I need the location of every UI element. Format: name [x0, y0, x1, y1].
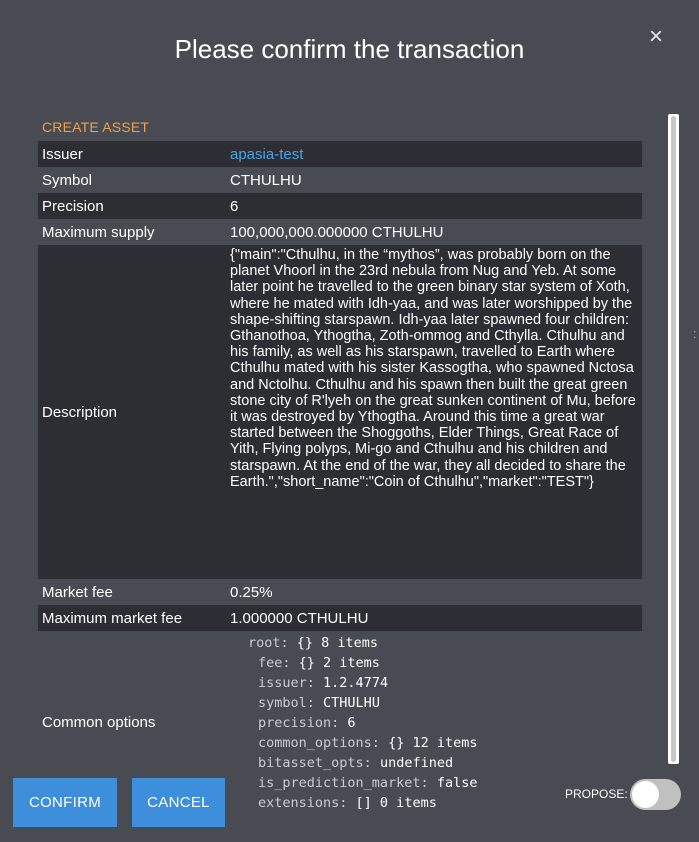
- issuer-link[interactable]: apasia-test: [230, 146, 642, 163]
- tree-value: [] 0 items: [355, 795, 437, 811]
- tree-node-symbol: symbol: CTHULHU: [230, 693, 642, 713]
- tree-value: CTHULHU: [323, 695, 380, 711]
- operation-details-table: Issuer apasia-test Symbol CTHULHU Precis…: [38, 141, 642, 813]
- toggle-knob: [632, 781, 659, 808]
- tree-node-precision: precision: 6: [230, 713, 642, 733]
- tree-key: precision:: [258, 715, 340, 731]
- table-row-maximum-supply: Maximum supply 100,000,000.000000 CTHULH…: [38, 219, 642, 245]
- tree-node-root[interactable]: root: {} 8 items: [230, 633, 642, 653]
- tree-key: fee:: [258, 655, 291, 671]
- tree-value: {} 12 items: [388, 735, 478, 751]
- tree-value: undefined: [379, 755, 454, 771]
- table-row-market-fee: Market fee 0.25%: [38, 579, 642, 605]
- tree-node-common-options[interactable]: common_options: {} 12 items: [230, 733, 642, 753]
- tree-key: extensions:: [258, 795, 348, 811]
- confirm-button[interactable]: CONFIRM: [13, 778, 117, 827]
- maximum-supply-label: Maximum supply: [42, 223, 155, 241]
- description-label: Description: [42, 403, 118, 421]
- modal-title: Please confirm the transaction: [174, 34, 525, 64]
- close-icon[interactable]: ×: [645, 24, 667, 50]
- issuer-label: Issuer: [42, 145, 83, 163]
- json-tree: root: {} 8 items fee: {} 2 items issuer:…: [230, 631, 642, 813]
- tree-key: issuer:: [258, 675, 315, 691]
- tree-value: 6: [347, 715, 356, 731]
- symbol-label: Symbol: [42, 171, 93, 189]
- tree-node-fee[interactable]: fee: {} 2 items: [230, 653, 642, 673]
- table-row-precision: Precision 6: [38, 193, 642, 219]
- tree-key: bitasset_opts:: [258, 755, 372, 771]
- scrollbar-thumb[interactable]: [671, 116, 676, 762]
- precision-value: 6: [230, 197, 239, 215]
- tree-key: common_options:: [258, 735, 380, 751]
- common-options-label: Common options: [42, 713, 156, 731]
- tree-key: root:: [248, 635, 289, 651]
- tree-value: 1.2.4774: [323, 675, 389, 691]
- maximum-supply-value: 100,000,000.000000 CTHULHU: [230, 223, 444, 241]
- edge-glyph: :: [693, 326, 697, 341]
- maximum-market-fee-value: 1.000000 CTHULHU: [230, 609, 369, 627]
- description-value: {"main":"Cthulhu, in the “mythos”, was p…: [230, 247, 636, 490]
- operation-title: CREATE ASSET: [42, 119, 150, 135]
- precision-label: Precision: [42, 197, 104, 215]
- table-row-maximum-market-fee: Maximum market fee 1.000000 CTHULHU: [38, 605, 642, 631]
- vertical-scrollbar[interactable]: [668, 114, 679, 764]
- symbol-value: CTHULHU: [230, 171, 302, 189]
- maximum-market-fee-label: Maximum market fee: [42, 609, 183, 627]
- tree-key: is_prediction_market:: [258, 775, 429, 791]
- tree-value: {} 8 items: [296, 635, 379, 651]
- tree-value: false: [436, 775, 478, 791]
- tree-value: {} 2 items: [298, 655, 380, 671]
- cancel-button[interactable]: CANCEL: [132, 778, 225, 827]
- tree-node-bitasset-opts: bitasset_opts: undefined: [230, 753, 642, 773]
- propose-label: PROPOSE:: [565, 787, 628, 801]
- table-row-symbol: Symbol CTHULHU: [38, 167, 642, 193]
- tree-node-issuer: issuer: 1.2.4774: [230, 673, 642, 693]
- confirm-transaction-modal: Please confirm the transaction × CREATE …: [0, 0, 699, 842]
- table-row-issuer: Issuer apasia-test: [38, 141, 642, 167]
- table-row-description: Description {"main":"Cthulhu, in the “my…: [38, 245, 642, 579]
- market-fee-label: Market fee: [42, 583, 113, 601]
- table-row-common-options: Common options root: {} 8 items fee: {} …: [38, 631, 642, 813]
- tree-key: symbol:: [258, 695, 315, 711]
- market-fee-value: 0.25%: [230, 583, 273, 601]
- propose-toggle[interactable]: [630, 779, 681, 810]
